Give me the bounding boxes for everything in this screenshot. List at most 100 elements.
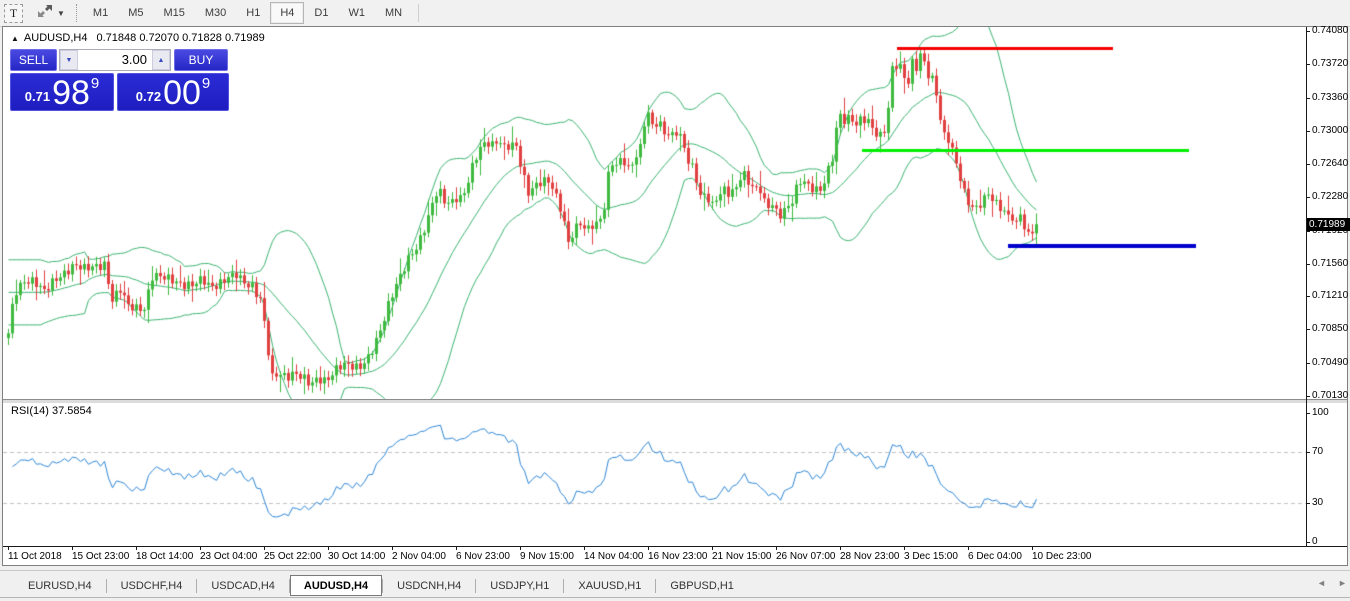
time-axis-tick — [584, 547, 585, 550]
price-axis-tick — [1306, 264, 1310, 265]
tab-scroll-right-icon[interactable]: ► — [1338, 578, 1347, 588]
price-axis-tick — [1306, 329, 1310, 330]
chart-tab-usdjpy-h1[interactable]: USDJPY,H1 — [476, 575, 563, 596]
time-axis-label: 28 Nov 23:00 — [840, 551, 900, 562]
price-axis-tick — [1306, 363, 1310, 364]
tab-scroll-left-icon[interactable]: ◄ — [1317, 578, 1326, 588]
price-axis-tick — [1306, 31, 1310, 32]
rsi-indicator-label: RSI(14) 37.5854 — [11, 405, 92, 417]
time-axis-tick — [840, 547, 841, 550]
timeframe-button-h1[interactable]: H1 — [236, 2, 270, 24]
top-toolbar: T ▼ M1M5M15M30H1H4D1W1MN — [0, 0, 1350, 27]
time-axis-tick — [136, 547, 137, 550]
time-axis-tick — [72, 547, 73, 550]
time-axis-label: 10 Dec 23:00 — [1032, 551, 1092, 562]
current-price-badge: 0.71989 — [1307, 218, 1350, 231]
price-axis-label: 0.70490 — [1312, 357, 1348, 368]
time-axis-label: 2 Nov 04:00 — [392, 551, 446, 562]
timeframe-button-m5[interactable]: M5 — [118, 2, 153, 24]
buy-price-prefix: 0.72 — [136, 89, 161, 104]
sell-price-big-digits: 98 — [52, 78, 90, 108]
price-axis-label: 0.70130 — [1312, 390, 1348, 401]
chart-tab-audusd-h4[interactable]: AUDUSD,H4 — [290, 575, 382, 596]
chevron-down-icon: ▼ — [57, 9, 65, 18]
time-axis-label: 6 Nov 23:00 — [456, 551, 510, 562]
time-axis-tick — [264, 547, 265, 550]
chart-tab-usdcad-h4[interactable]: USDCAD,H4 — [197, 575, 289, 596]
text-label-tool-button[interactable]: T — [4, 4, 23, 23]
price-axis-label: 0.71210 — [1312, 290, 1348, 301]
volume-input[interactable]: 3.00 — [78, 50, 152, 70]
volume-decrease-button[interactable]: ▼ — [60, 50, 78, 70]
timeframe-button-mn[interactable]: MN — [375, 2, 412, 24]
arrows-tool-button[interactable]: ▼ — [33, 3, 68, 23]
price-axis-tick — [1306, 396, 1310, 397]
price-axis-label: 0.72640 — [1312, 158, 1348, 169]
price-axis-label: 0.74080 — [1312, 25, 1348, 36]
time-axis-label: 9 Nov 15:00 — [520, 551, 574, 562]
chart-tab-usdchf-h4[interactable]: USDCHF,H4 — [107, 575, 197, 596]
timeframe-button-m30[interactable]: M30 — [195, 2, 236, 24]
rsi-axis-tick — [1306, 503, 1310, 504]
time-axis-tick — [648, 547, 649, 550]
buy-button[interactable]: BUY — [174, 49, 228, 71]
buy-price-pip-digit: 9 — [202, 75, 210, 92]
timeframe-button-m1[interactable]: M1 — [83, 2, 118, 24]
time-axis-label: 21 Nov 15:00 — [712, 551, 772, 562]
time-axis-line — [3, 546, 1347, 547]
one-click-trading-panel: SELL ▼ 3.00 ▲ BUY 0.71 98 9 0.72 00 9 — [10, 49, 229, 111]
triangle-down-icon: ▼ — [66, 57, 73, 64]
time-axis-label: 11 Oct 2018 — [8, 551, 62, 562]
rsi-axis-label: 70 — [1312, 446, 1323, 457]
toolbar-separator — [418, 4, 419, 22]
price-axis-tick — [1306, 197, 1310, 198]
collapse-panel-icon[interactable]: ▲ — [11, 34, 19, 43]
chart-symbol-title: AUDUSD,H4 — [24, 32, 88, 44]
time-axis-tick — [8, 547, 9, 550]
timeframe-button-h4[interactable]: H4 — [270, 2, 304, 24]
window-bottom-edge — [0, 597, 1350, 598]
price-axis-line — [1306, 27, 1307, 546]
time-axis-tick — [1032, 547, 1033, 550]
time-axis-tick — [712, 547, 713, 550]
timeframe-button-w1[interactable]: W1 — [338, 2, 375, 24]
price-axis-label: 0.73720 — [1312, 58, 1348, 69]
price-axis-tick — [1306, 131, 1310, 132]
chart-ohlc-header: ▲ AUDUSD,H4 0.71848 0.72070 0.71828 0.71… — [11, 32, 265, 44]
price-axis-label: 0.73360 — [1312, 92, 1348, 103]
sell-price-pip-digit: 9 — [91, 75, 99, 92]
sell-price-prefix: 0.71 — [25, 89, 50, 104]
arrows-icon — [36, 4, 54, 23]
time-axis-label: 25 Oct 22:00 — [264, 551, 321, 562]
timeframe-button-m15[interactable]: M15 — [153, 2, 194, 24]
volume-stepper: ▼ 3.00 ▲ — [59, 49, 171, 71]
price-axis-label: 0.73000 — [1312, 125, 1348, 136]
rsi-indicator-canvas[interactable] — [3, 403, 1306, 546]
time-axis-tick — [904, 547, 905, 550]
rsi-axis-tick — [1306, 413, 1310, 414]
chart-tab-xauusd-h1[interactable]: XAUUSD,H1 — [564, 575, 655, 596]
chart-tab-eurusd-h4[interactable]: EURUSD,H4 — [14, 575, 106, 596]
rsi-axis-label: 0 — [1312, 536, 1318, 547]
volume-increase-button[interactable]: ▲ — [152, 50, 170, 70]
buy-price-big-digits: 00 — [163, 78, 201, 108]
time-axis-label: 23 Oct 04:00 — [200, 551, 257, 562]
time-axis-tick — [520, 547, 521, 550]
buy-price-tile[interactable]: 0.72 00 9 — [117, 73, 229, 111]
chart-tabs: EURUSD,H4USDCHF,H4USDCAD,H4AUDUSD,H4USDC… — [14, 575, 748, 596]
chart-tab-usdcnh-h4[interactable]: USDCNH,H4 — [383, 575, 475, 596]
time-axis-label: 3 Dec 15:00 — [904, 551, 958, 562]
sell-button[interactable]: SELL — [10, 49, 57, 71]
toolbar-separator — [76, 4, 77, 22]
triangle-up-icon: ▲ — [158, 57, 165, 64]
rsi-axis-tick — [1306, 452, 1310, 453]
pane-divider[interactable] — [3, 399, 1347, 403]
rsi-axis-label: 30 — [1312, 497, 1323, 508]
sell-price-tile[interactable]: 0.71 98 9 — [10, 73, 114, 111]
timeframe-toolbar: M1M5M15M30H1H4D1W1MN — [83, 0, 412, 26]
price-axis-tick — [1306, 64, 1310, 65]
timeframe-button-d1[interactable]: D1 — [304, 2, 338, 24]
chart-tab-gbpusd-h1[interactable]: GBPUSD,H1 — [656, 575, 748, 596]
time-axis-label: 30 Oct 14:00 — [328, 551, 385, 562]
time-axis-label: 18 Oct 14:00 — [136, 551, 193, 562]
